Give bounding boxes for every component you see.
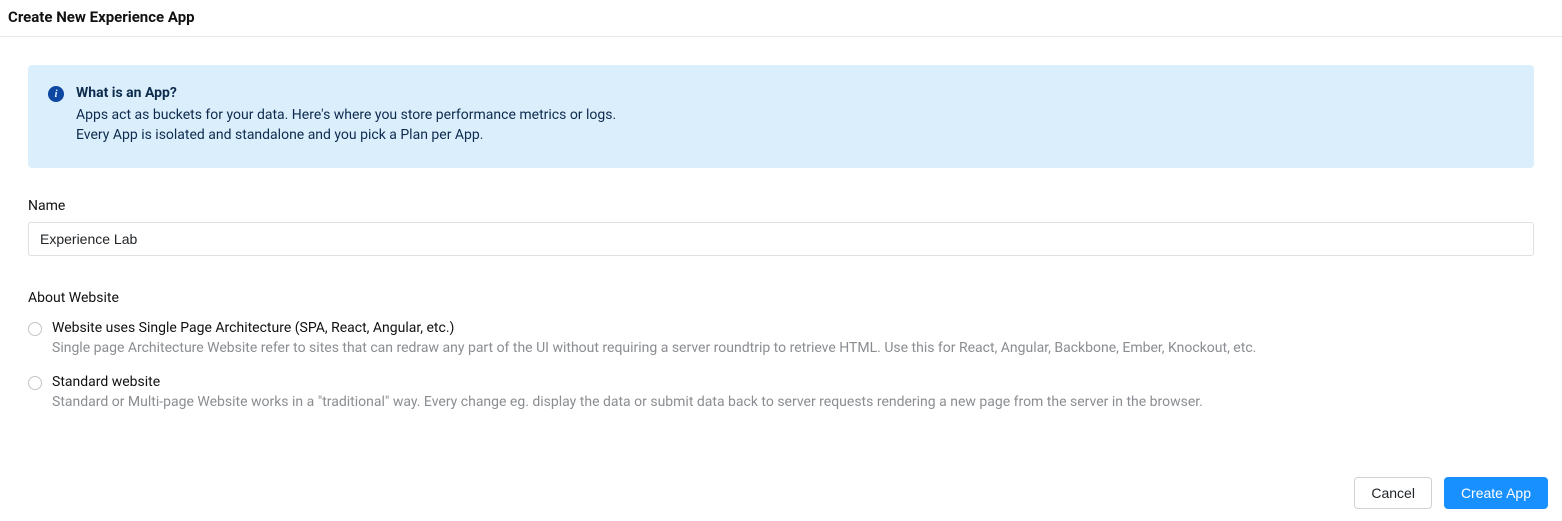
name-input[interactable] [28, 222, 1534, 256]
info-content: What is an App? Apps act as buckets for … [76, 85, 1514, 146]
radio-spa-label: Website uses Single Page Architecture (S… [52, 320, 1534, 336]
radio-standard-body: Standard website Standard or Multi-page … [52, 374, 1534, 413]
radio-option-standard: Standard website Standard or Multi-page … [28, 374, 1534, 413]
about-label: About Website [28, 290, 1534, 306]
radio-spa-body: Website uses Single Page Architecture (S… [52, 320, 1534, 359]
info-box: What is an App? Apps act as buckets for … [28, 65, 1534, 168]
radio-standard-desc: Standard or Multi-page Website works in … [52, 393, 1534, 413]
footer: Cancel Create App [0, 477, 1562, 521]
radio-option-spa: Website uses Single Page Architecture (S… [28, 320, 1534, 359]
name-label: Name [28, 198, 1534, 214]
page-content: What is an App? Apps act as buckets for … [0, 37, 1562, 449]
radio-spa-desc: Single page Architecture Website refer t… [52, 339, 1534, 359]
create-app-button[interactable]: Create App [1444, 477, 1548, 509]
info-desc-line2: Every App is isolated and standalone and… [76, 125, 1514, 145]
page-header: Create New Experience App [0, 0, 1562, 37]
radio-standard-label: Standard website [52, 374, 1534, 390]
radio-spa[interactable] [28, 322, 42, 336]
cancel-button[interactable]: Cancel [1354, 477, 1432, 509]
radio-standard[interactable] [28, 376, 42, 390]
info-desc-line1: Apps act as buckets for your data. Here'… [76, 105, 1514, 125]
about-section: About Website Website uses Single Page A… [28, 290, 1534, 413]
page-title: Create New Experience App [8, 8, 195, 26]
info-icon [48, 86, 64, 102]
info-title: What is an App? [76, 85, 1514, 101]
